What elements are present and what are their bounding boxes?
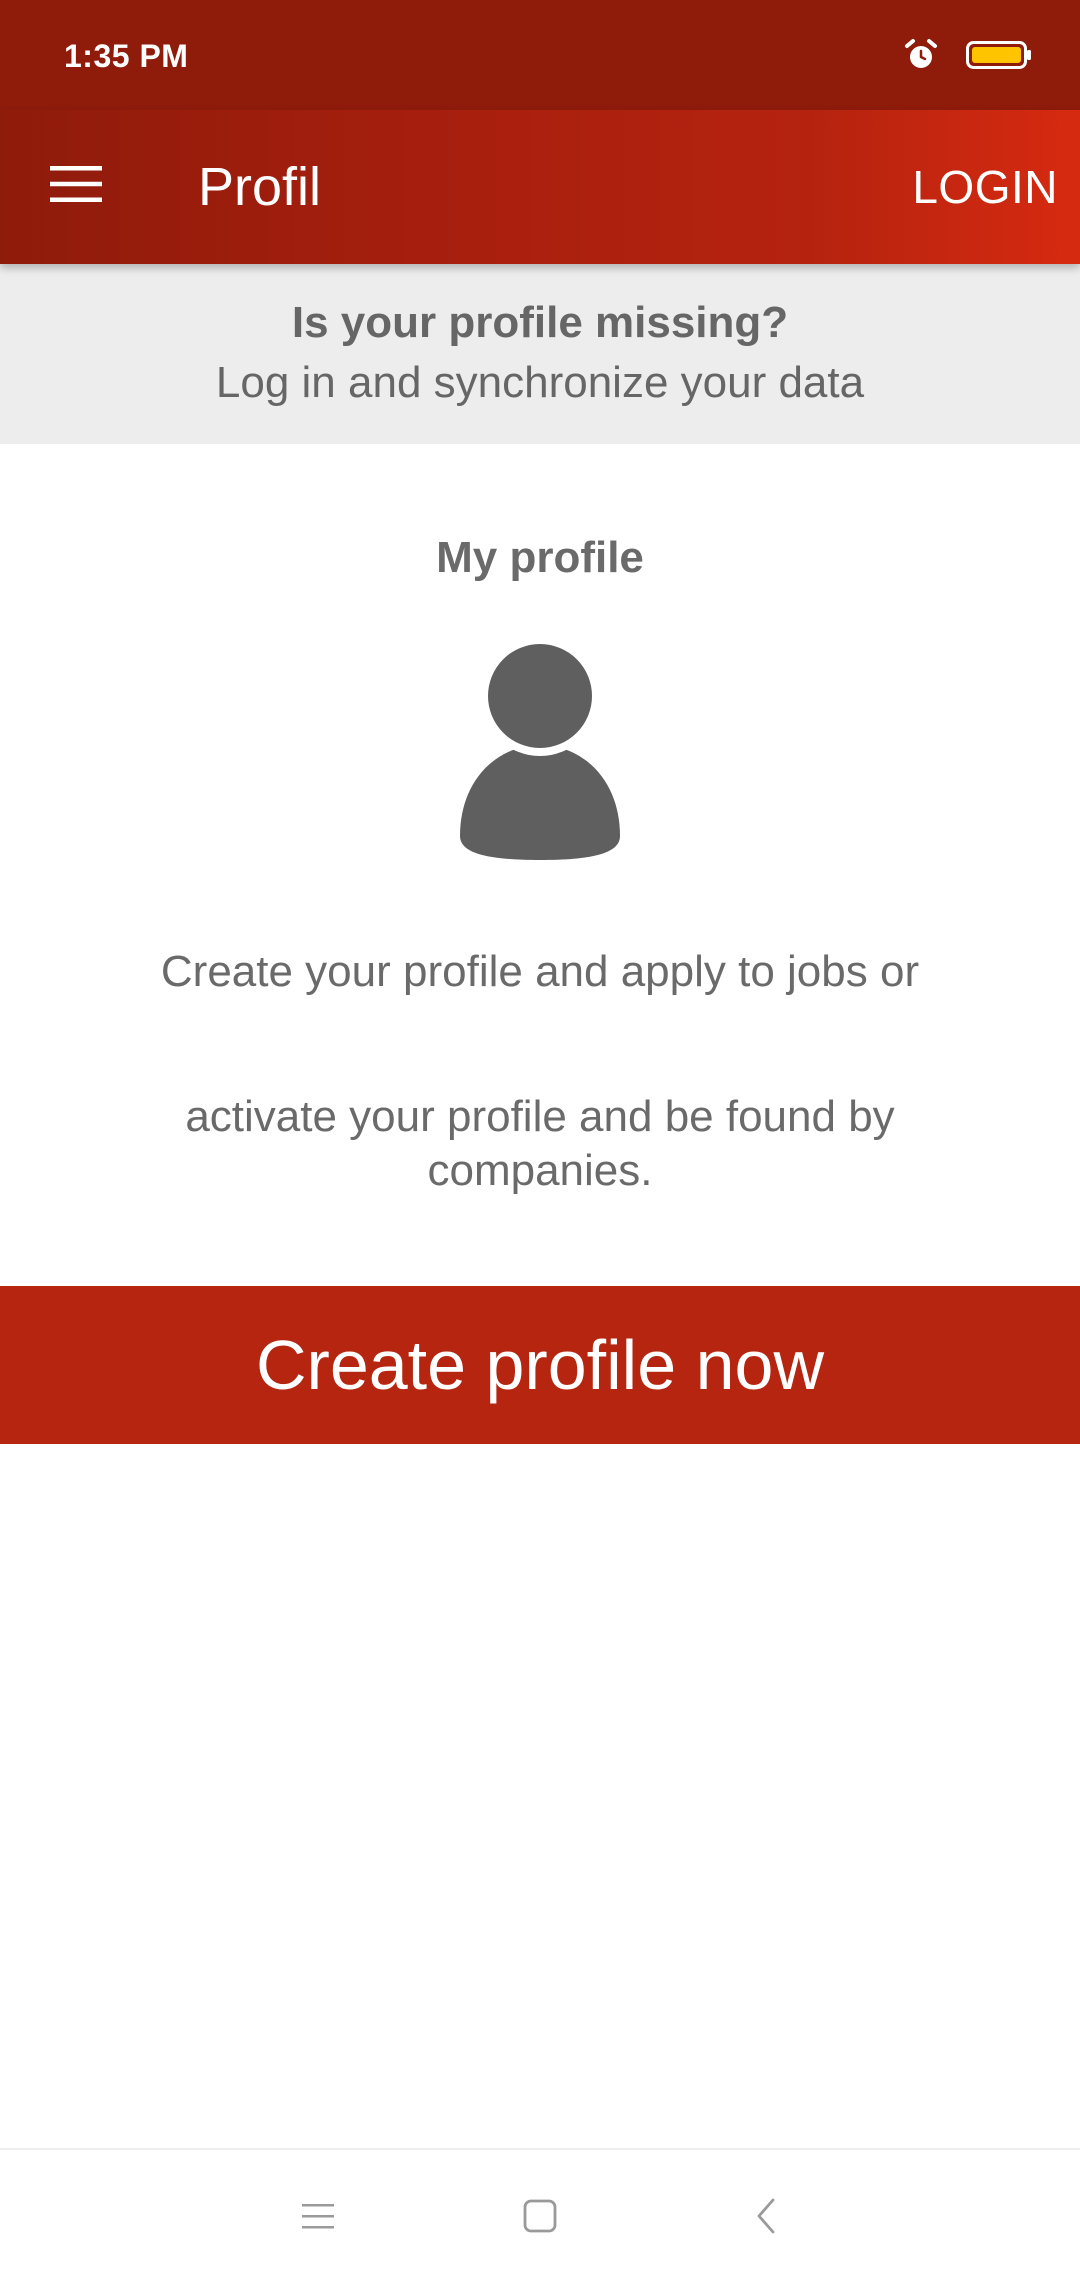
system-nav-bar [0,2150,1080,2280]
home-button[interactable] [510,2186,570,2246]
back-icon [751,2196,781,2236]
profile-description-line-1: Create your profile and apply to jobs or [160,947,920,996]
status-time: 1:35 PM [64,38,189,74]
battery-icon [966,38,1032,72]
status-icons [904,38,1032,72]
recents-icon [300,2201,336,2231]
profile-description-line-2: activate your profile and be found by co… [185,1092,895,1195]
recents-button[interactable] [288,2186,348,2246]
person-icon [460,640,620,860]
banner-subtitle: Log in and synchronize your data [215,358,865,407]
back-button[interactable] [736,2186,796,2246]
profile-screen: 1:35 PM Profil LOGIN Is your profile mis… [0,0,1080,2280]
profile-heading: My profile [436,533,644,582]
alarm-icon [904,38,938,72]
status-bar: 1:35 PM [0,0,1080,110]
home-icon [522,2198,558,2234]
menu-button[interactable] [40,148,112,220]
app-bar: Profil LOGIN [0,110,1080,264]
page-title: Profil [198,157,322,217]
hamburger-menu-icon [50,166,102,202]
login-banner[interactable]: Is your profile missing? Log in and sync… [0,264,1080,444]
banner-title: Is your profile missing? [291,298,789,347]
create-profile-button[interactable]: Create profile now [0,1286,1080,1444]
login-button[interactable]: LOGIN [912,158,1058,216]
